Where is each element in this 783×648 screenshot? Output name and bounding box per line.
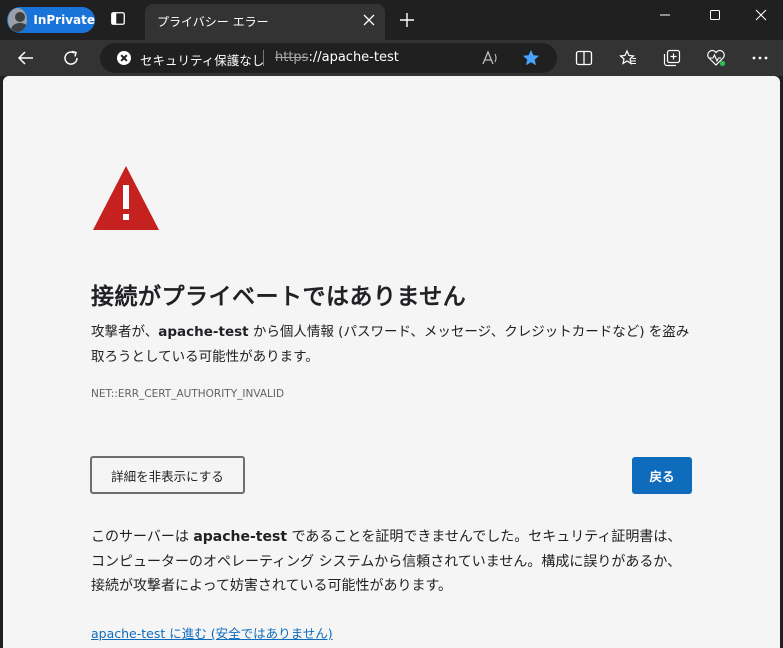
split-screen-icon[interactable] (575, 49, 593, 67)
favorite-star-icon[interactable] (522, 49, 540, 67)
tab-actions-icon[interactable] (111, 12, 125, 25)
desc-host: apache-test (158, 324, 249, 340)
tab-privacy-error[interactable]: プライバシー エラー (145, 4, 385, 40)
maximize-icon[interactable] (708, 8, 722, 22)
details-text: このサーバーは apache-test であることを証明できませんでした。セキュ… (91, 525, 691, 599)
back-arrow-icon[interactable] (17, 49, 35, 67)
url-scheme: https (275, 50, 309, 65)
not-secure-icon[interactable] (117, 51, 131, 65)
title-bar: InPrivate プライバシー エラー (0, 0, 783, 40)
error-page: 接続がプライベートではありません 攻撃者が、apache-test から個人情報… (3, 76, 780, 648)
window-close-icon[interactable] (754, 8, 768, 22)
url-host: ://apache-test (308, 50, 399, 65)
collections-icon[interactable] (663, 49, 681, 67)
security-label[interactable]: セキュリティ保護なし (140, 50, 264, 69)
tab-title: プライバシー エラー (157, 15, 269, 29)
minimize-icon[interactable] (658, 8, 672, 22)
address-bar[interactable]: セキュリティ保護なし https://apache-test (100, 43, 557, 73)
browser-essentials-icon[interactable] (706, 49, 726, 67)
proceed-unsafe-link[interactable]: apache-test に進む (安全ではありません) (91, 623, 333, 642)
refresh-icon[interactable] (62, 49, 80, 67)
back-button[interactable]: 戻る (632, 457, 692, 494)
favorites-icon[interactable] (619, 49, 637, 67)
avatar (8, 8, 28, 32)
warning-triangle-icon (93, 166, 159, 230)
hide-details-button[interactable]: 詳細を非表示にする (90, 456, 245, 494)
browser-toolbar: セキュリティ保護なし https://apache-test (0, 40, 783, 76)
error-description: 攻撃者が、apache-test から個人情報 (パスワード、メッセージ、クレジ… (91, 320, 691, 370)
new-tab-icon[interactable] (399, 12, 415, 28)
page-title: 接続がプライベートではありません (91, 284, 467, 310)
url-text[interactable]: https://apache-test (275, 50, 399, 65)
error-code[interactable]: NET::ERR_CERT_AUTHORITY_INVALID (91, 388, 284, 400)
details-host: apache-test (193, 529, 288, 545)
close-tab-icon[interactable] (363, 14, 375, 26)
more-icon[interactable] (751, 49, 769, 67)
inprivate-label: InPrivate (33, 13, 95, 27)
details-text-pre: このサーバーは (91, 529, 194, 545)
read-aloud-icon[interactable] (482, 50, 499, 66)
desc-text-pre: 攻撃者が、 (91, 324, 159, 340)
inprivate-badge[interactable]: InPrivate (7, 7, 95, 33)
url-divider (263, 50, 264, 66)
